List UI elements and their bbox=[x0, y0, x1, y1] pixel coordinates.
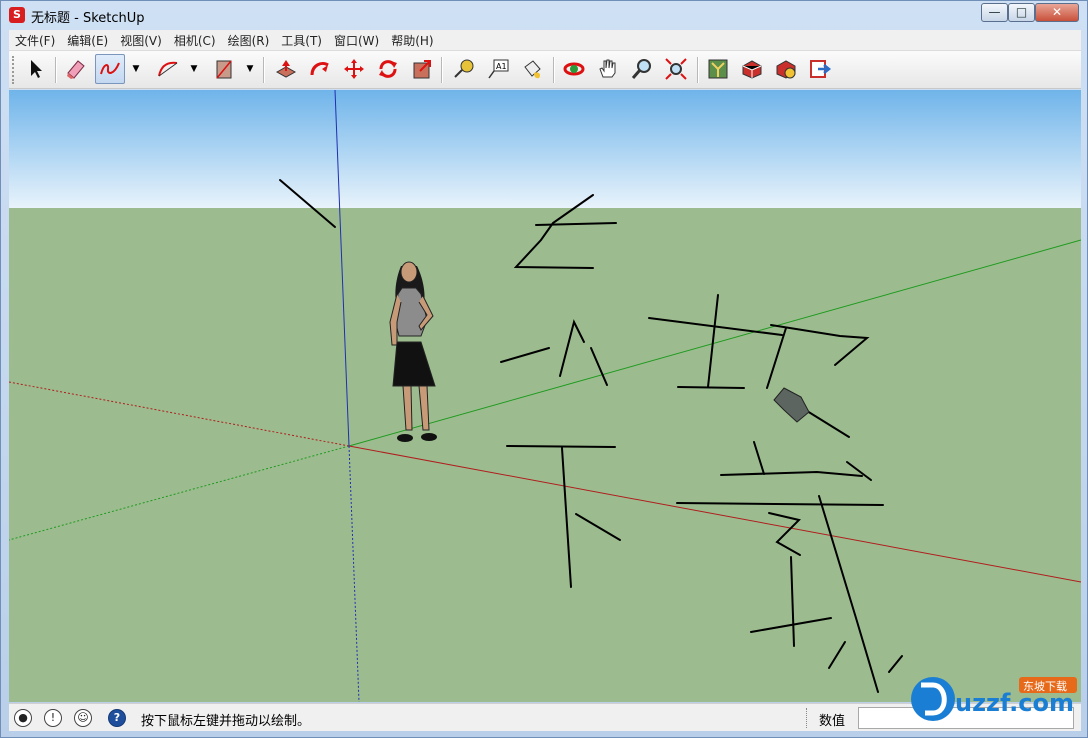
scale-icon bbox=[413, 60, 431, 79]
move-tool-button[interactable] bbox=[339, 54, 369, 84]
drawing-viewport[interactable] bbox=[9, 90, 1081, 702]
freehand-icon bbox=[100, 62, 120, 75]
rectangle-dropdown-arrow[interactable]: ▼ bbox=[243, 54, 257, 84]
paint-bucket-icon bbox=[524, 60, 541, 79]
maximize-button[interactable]: □ bbox=[1008, 3, 1035, 22]
zoom-extents-icon bbox=[665, 58, 687, 80]
menu-bar: 文件(F) 编辑(E) 视图(V) 相机(C) 绘图(R) 工具(T) 窗口(W) 帮助(H) bbox=[9, 30, 1081, 51]
toolbar-separator bbox=[55, 57, 57, 83]
share-component-tool-button[interactable] bbox=[771, 54, 801, 84]
orbit-icon bbox=[563, 62, 585, 76]
tape-measure-tool-button[interactable] bbox=[449, 54, 479, 84]
toolbar-separator bbox=[697, 57, 699, 83]
freehand-tool-button[interactable] bbox=[95, 54, 125, 84]
menu-window[interactable]: 窗口(W) bbox=[328, 31, 385, 52]
toolbar-separator bbox=[441, 57, 443, 83]
send-to-layout-icon bbox=[810, 60, 832, 78]
3d-warehouse-icon bbox=[742, 60, 762, 79]
status-message: 按下鼠标左键并拖动以绘制。 bbox=[141, 714, 311, 729]
measurement-label: 数值 bbox=[819, 714, 846, 729]
sketchup-app-icon[interactable]: S bbox=[9, 7, 25, 23]
toolbar-separator bbox=[553, 57, 555, 83]
uzzf-watermark-logo: uzzf.com 东坡下载 bbox=[911, 677, 1077, 721]
components-icon bbox=[708, 59, 728, 79]
window-title: 无标题 - SketchUp bbox=[31, 11, 145, 26]
text-tool-label: A1 bbox=[496, 62, 507, 71]
menu-file[interactable]: 文件(F) bbox=[9, 31, 61, 52]
follow-me-icon bbox=[310, 61, 329, 76]
arc-icon bbox=[158, 61, 178, 77]
move-icon bbox=[344, 59, 364, 79]
user-icon[interactable]: ☺ bbox=[74, 709, 92, 727]
menu-camera[interactable]: 相机(C) bbox=[168, 31, 222, 52]
menu-help[interactable]: 帮助(H) bbox=[385, 31, 439, 52]
3d-warehouse-tool-button[interactable] bbox=[737, 54, 767, 84]
zoom-tool-button[interactable] bbox=[627, 54, 657, 84]
pan-icon bbox=[599, 59, 616, 78]
title-bar[interactable]: S 无标题 - SketchUp — □ ✕ bbox=[1, 1, 1087, 30]
close-button[interactable]: ✕ bbox=[1035, 3, 1079, 22]
menu-draw[interactable]: 绘图(R) bbox=[222, 31, 276, 52]
sky bbox=[9, 90, 1081, 208]
watermark-logo-text: uzzf.com bbox=[955, 689, 1074, 717]
toolbar-grip[interactable] bbox=[12, 56, 16, 84]
rectangle-tool-button[interactable] bbox=[209, 54, 239, 84]
rectangle-icon bbox=[216, 60, 232, 79]
freehand-dropdown-arrow[interactable]: ▼ bbox=[129, 54, 143, 84]
minimize-button[interactable]: — bbox=[981, 3, 1008, 22]
measurement-separator bbox=[806, 708, 808, 728]
pan-tool-button[interactable] bbox=[593, 54, 623, 84]
help-icon[interactable]: ? bbox=[108, 709, 126, 727]
tape-measure-icon bbox=[454, 59, 474, 78]
eraser-tool-button[interactable] bbox=[61, 54, 91, 84]
model-canvas[interactable] bbox=[9, 90, 1081, 702]
watermark-tagline: 东坡下载 bbox=[1023, 680, 1067, 693]
orbit-tool-button[interactable] bbox=[559, 54, 589, 84]
sketchup-window: S 无标题 - SketchUp — □ ✕ 文件(F) 编辑(E) 视图(V) 相机… bbox=[0, 0, 1088, 738]
geo-location-icon[interactable]: ● bbox=[14, 709, 32, 727]
text-tool-button[interactable]: A1 bbox=[483, 54, 513, 84]
zoom-icon bbox=[631, 59, 651, 79]
select-tool-button[interactable] bbox=[21, 54, 51, 84]
share-component-icon bbox=[776, 60, 796, 79]
select-icon bbox=[31, 60, 42, 78]
paint-bucket-tool-button[interactable] bbox=[517, 54, 547, 84]
push-pull-icon bbox=[275, 60, 297, 78]
main-toolbar: ▼ ▼ ▼ A1 bbox=[9, 51, 1081, 89]
menu-tools[interactable]: 工具(T) bbox=[275, 31, 328, 52]
toolbar-separator bbox=[263, 57, 265, 83]
send-to-layout-tool-button[interactable] bbox=[805, 54, 835, 84]
components-tool-button[interactable] bbox=[703, 54, 733, 84]
arc-tool-button[interactable] bbox=[153, 54, 183, 84]
eraser-icon bbox=[67, 60, 85, 79]
credits-icon[interactable]: ! bbox=[44, 709, 62, 727]
rotate-icon bbox=[379, 60, 397, 78]
menu-edit[interactable]: 编辑(E) bbox=[61, 31, 114, 52]
scale-tool-button[interactable] bbox=[407, 54, 437, 84]
text-icon: A1 bbox=[488, 59, 509, 79]
ground-plane bbox=[9, 208, 1081, 702]
zoom-extents-tool-button[interactable] bbox=[661, 54, 691, 84]
menu-view[interactable]: 视图(V) bbox=[114, 31, 168, 52]
push-pull-tool-button[interactable] bbox=[271, 54, 301, 84]
follow-me-tool-button[interactable] bbox=[305, 54, 335, 84]
rotate-tool-button[interactable] bbox=[373, 54, 403, 84]
arc-dropdown-arrow[interactable]: ▼ bbox=[187, 54, 201, 84]
